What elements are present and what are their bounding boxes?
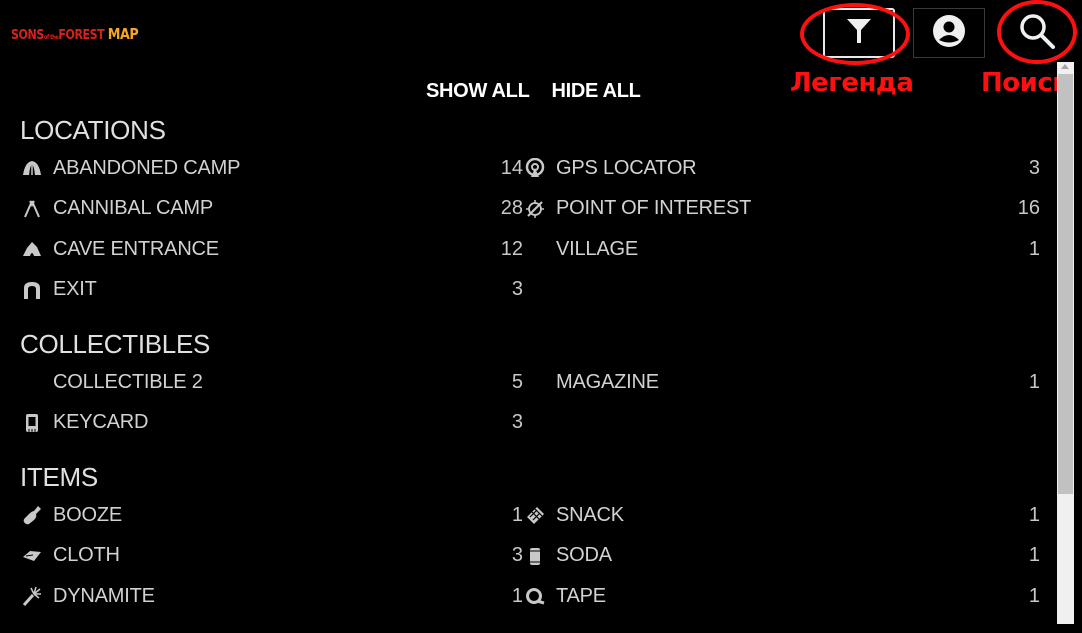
legend-item-count: 1	[1028, 544, 1040, 567]
legend-item-exit[interactable]: EXIT 3	[20, 270, 523, 311]
search-icon	[1017, 11, 1057, 56]
legend-item-soda[interactable]: SODA 1	[523, 536, 1046, 577]
logo-sons: SONS	[11, 28, 44, 43]
legend-item-label: MAGAZINE	[556, 370, 659, 393]
legend-item-keycard[interactable]: KEYCARD 3	[20, 403, 523, 444]
legend-item-label: SNACK	[556, 503, 624, 526]
legend-item-count: 16	[1017, 197, 1040, 220]
cave-icon	[20, 239, 44, 259]
legend-item-count: 12	[500, 237, 523, 260]
legend-item-count: 1	[511, 584, 523, 607]
legend-item-village[interactable]: VILLAGE 1	[523, 229, 1046, 270]
legend-panel: LOCATIONS ABANDONED CAMP 14 CANNIBAL CAM…	[20, 112, 1050, 633]
legend-item-label: SODA	[556, 544, 612, 567]
column-left: ABANDONED CAMP 14 CANNIBAL CAMP 28 CAVE …	[20, 148, 523, 310]
legend-item-label: ABANDONED CAMP	[53, 156, 241, 179]
hide-all-button[interactable]: HIDE ALL	[552, 80, 641, 103]
legend-item-count: 3	[511, 411, 523, 434]
legend-item-count: 14	[500, 156, 523, 179]
search-button[interactable]	[1001, 8, 1073, 58]
legend-item-label: VILLAGE	[556, 237, 638, 260]
account-icon	[932, 14, 966, 53]
logo-map: MAP	[107, 25, 139, 43]
gps-icon	[523, 158, 547, 178]
snack-icon	[523, 505, 547, 525]
legend-item-count: 1	[1028, 237, 1040, 260]
section-title: COLLECTIBLES	[20, 329, 211, 359]
legend-item-label: DYNAMITE	[53, 584, 155, 607]
section-title: ITEMS	[20, 462, 98, 492]
legend-item-magazine[interactable]: MAGAZINE 1	[523, 362, 1046, 403]
scroll-up-arrow-icon[interactable]	[1061, 64, 1069, 69]
legend-item-dynamite[interactable]: DYNAMITE 1	[20, 576, 523, 617]
legend-item-count: 1	[1028, 584, 1040, 607]
compass-icon	[523, 199, 547, 219]
legend-item-count: 3	[511, 278, 523, 301]
column-right: MAGAZINE 1	[523, 362, 1046, 443]
legend-item-cannibal-camp[interactable]: CANNIBAL CAMP 28	[20, 189, 523, 230]
bottle-icon	[20, 505, 44, 525]
column-right: GPS LOCATOR 3 POINT OF INTEREST 16 VILLA…	[523, 148, 1046, 310]
legend-item-abandoned-camp[interactable]: ABANDONED CAMP 14	[20, 148, 523, 189]
legend-item-label: EXIT	[53, 278, 97, 301]
visibility-controls: SHOW ALL HIDE ALL	[426, 80, 641, 103]
scrollbar-thumb[interactable]	[1058, 74, 1073, 494]
arch-icon	[20, 280, 44, 300]
legend-item-count: 28	[500, 197, 523, 220]
logo-of-the: of the	[43, 34, 59, 41]
legend-item-count: 1	[1028, 503, 1040, 526]
blank-icon	[523, 239, 547, 259]
legend-item-cave-entrance[interactable]: CAVE ENTRANCE 12	[20, 229, 523, 270]
logo-forest: FOREST	[58, 28, 105, 43]
legend-item-label: CANNIBAL CAMP	[53, 197, 214, 220]
column-left: COLLECTIBLE 2 5 KEYCARD 3	[20, 362, 523, 443]
teepee-icon	[20, 199, 44, 219]
legend-item-label: BOOZE	[53, 503, 123, 526]
legend-annotation-label: Легенда	[790, 68, 914, 98]
cloth-icon	[20, 546, 44, 566]
site-logo[interactable]: SONSof theFOREST MAP	[11, 24, 139, 48]
legend-item-gps-locator[interactable]: GPS LOCATOR 3	[523, 148, 1046, 189]
legend-item-booze[interactable]: BOOZE 1	[20, 495, 523, 536]
tent-icon	[20, 158, 44, 178]
legend-item-label: COLLECTIBLE 2	[53, 370, 203, 393]
account-button[interactable]	[913, 8, 985, 58]
soda-icon	[523, 546, 547, 566]
legend-item-tape[interactable]: TAPE 1	[523, 576, 1046, 617]
legend-item-label: CAVE ENTRANCE	[53, 237, 219, 260]
dynamite-icon	[20, 586, 44, 607]
keycard-icon	[20, 413, 44, 433]
legend-item-count: 3	[1028, 156, 1040, 179]
section-locations: LOCATIONS ABANDONED CAMP 14 CANNIBAL CAM…	[20, 112, 1050, 310]
legend-item-label: CLOTH	[53, 544, 120, 567]
blank-icon	[20, 372, 44, 392]
legend-item-cloth[interactable]: CLOTH 3	[20, 536, 523, 577]
section-collectibles: COLLECTIBLES COLLECTIBLE 2 5 KEYCARD 3 M…	[20, 326, 1050, 443]
section-title: LOCATIONS	[20, 115, 166, 145]
legend-item-collectible-2[interactable]: COLLECTIBLE 2 5	[20, 362, 523, 403]
section-items: ITEMS BOOZE 1 CLOTH 3 DYNAMITE 1 SNACK 1…	[20, 459, 1050, 617]
scrollbar[interactable]	[1057, 62, 1074, 624]
legend-item-label: GPS LOCATOR	[556, 156, 697, 179]
legend-item-point-of-interest[interactable]: POINT OF INTEREST 16	[523, 189, 1046, 230]
show-all-button[interactable]: SHOW ALL	[426, 80, 530, 103]
legend-item-label: TAPE	[556, 584, 606, 607]
tape-icon	[523, 586, 547, 606]
legend-item-count: 1	[1028, 370, 1040, 393]
filter-icon	[846, 17, 872, 50]
column-right: SNACK 1 SODA 1 TAPE 1	[523, 495, 1046, 617]
legend-item-label: POINT OF INTEREST	[556, 197, 752, 220]
legend-item-label: KEYCARD	[53, 411, 149, 434]
legend-item-count: 3	[511, 544, 523, 567]
blank-icon	[523, 372, 547, 392]
legend-button[interactable]	[823, 8, 895, 58]
column-left: BOOZE 1 CLOTH 3 DYNAMITE 1	[20, 495, 523, 617]
legend-item-snack[interactable]: SNACK 1	[523, 495, 1046, 536]
legend-item-count: 1	[511, 503, 523, 526]
legend-item-count: 5	[511, 370, 523, 393]
